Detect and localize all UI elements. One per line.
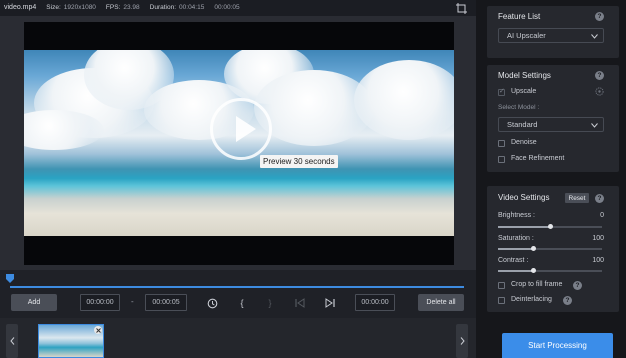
model-select[interactable]: Standard: [498, 117, 604, 132]
slider-handle[interactable]: [531, 246, 536, 251]
brightness-value: 0: [600, 212, 604, 219]
denoise-label: Denoise: [511, 139, 537, 146]
model-settings-title: Model Settings: [498, 71, 551, 80]
timeline-controls: Add 00:00:00 - 00:00:05 { } 00:00:00 Del…: [0, 294, 476, 314]
upscale-checkbox[interactable]: [498, 87, 505, 96]
model-select-value: Standard: [507, 120, 538, 129]
feature-select-value: AI Upscaler: [507, 31, 546, 40]
help-icon[interactable]: ?: [595, 12, 604, 21]
start-processing-button[interactable]: Start Processing: [502, 333, 613, 358]
crop-to-fill-checkbox[interactable]: [498, 282, 505, 289]
video-settings-card: Video Settings Reset ? Brightness : 0 Sa…: [487, 186, 619, 312]
preview-label: Preview 30 seconds: [260, 155, 338, 168]
brightness-label: Brightness :: [498, 212, 535, 219]
play-icon[interactable]: [210, 98, 272, 160]
feature-list-card: Feature List ? AI Upscaler: [487, 6, 619, 58]
reset-button[interactable]: Reset: [565, 193, 589, 203]
slider-handle[interactable]: [548, 224, 553, 229]
range-dash: -: [131, 297, 134, 306]
crop-to-fill-label: Crop to fill frame: [511, 281, 563, 288]
deinterlacing-checkbox[interactable]: [498, 297, 505, 304]
chevron-right-icon[interactable]: [456, 324, 468, 358]
settings-panel: Feature List ? AI Upscaler Model Setting…: [476, 0, 626, 358]
file-duration-extra: 00:00:05: [214, 3, 240, 11]
chevron-left-icon[interactable]: [6, 324, 18, 358]
file-fps: FPS: 23.98: [105, 3, 140, 11]
help-icon[interactable]: ?: [573, 281, 582, 290]
feature-select[interactable]: AI Upscaler: [498, 28, 604, 43]
help-icon[interactable]: ?: [595, 71, 604, 80]
timeline: Add 00:00:00 - 00:00:05 { } 00:00:00 Del…: [0, 270, 476, 318]
brightness-slider[interactable]: [498, 224, 602, 229]
video-settings-title: Video Settings: [498, 193, 550, 202]
playhead-icon[interactable]: [6, 274, 14, 283]
help-icon[interactable]: ?: [563, 296, 572, 305]
face-refinement-label: Face Refinement: [511, 155, 565, 162]
skip-forward-icon[interactable]: [324, 297, 336, 309]
video-stage: Preview 30 seconds: [0, 16, 476, 270]
slider-handle[interactable]: [531, 268, 536, 273]
crop-icon[interactable]: [452, 0, 470, 16]
chevron-down-icon: [591, 32, 598, 41]
settings-gear-icon[interactable]: [595, 87, 604, 98]
start-time-field[interactable]: 00:00:00: [80, 294, 120, 311]
add-button[interactable]: Add: [11, 294, 57, 311]
face-refinement-checkbox[interactable]: [498, 156, 505, 163]
delete-all-button[interactable]: Delete all: [418, 294, 464, 311]
saturation-value: 100: [592, 235, 604, 242]
mark-out-icon[interactable]: }: [264, 297, 276, 309]
help-icon[interactable]: ?: [595, 194, 604, 203]
chevron-down-icon: [591, 121, 598, 130]
close-icon[interactable]: [94, 326, 102, 334]
file-duration: Duration: 00:04:15: [149, 3, 205, 11]
contrast-value: 100: [592, 257, 604, 264]
file-size: Size: 1920x1080: [46, 3, 96, 11]
current-time-field[interactable]: 00:00:00: [355, 294, 395, 311]
upscale-label: Upscale: [511, 88, 537, 95]
mark-in-icon[interactable]: {: [236, 297, 248, 309]
saturation-label: Saturation :: [498, 235, 534, 242]
select-model-label: Select Model :: [498, 104, 540, 111]
timeline-track[interactable]: [10, 286, 464, 288]
clip-thumbnail[interactable]: [38, 324, 104, 358]
model-settings-card: Model Settings ? Upscale Select Model : …: [487, 65, 619, 172]
deinterlacing-label: Deinterlacing: [511, 296, 552, 303]
file-name: video.mp4: [4, 3, 37, 11]
video-preview[interactable]: Preview 30 seconds: [24, 50, 454, 236]
skip-back-icon[interactable]: [294, 297, 306, 309]
denoise-checkbox[interactable]: [498, 140, 505, 147]
saturation-slider[interactable]: [498, 246, 602, 251]
feature-list-title: Feature List: [498, 12, 541, 21]
end-time-field[interactable]: 00:00:05: [145, 294, 187, 311]
contrast-label: Contrast :: [498, 257, 529, 264]
contrast-slider[interactable]: [498, 268, 602, 273]
file-info-bar: video.mp4 Size: 1920x1080 FPS: 23.98 Durat…: [0, 0, 476, 14]
history-icon[interactable]: [206, 297, 218, 309]
video-frame: Preview 30 seconds: [24, 22, 454, 265]
clip-strip: [0, 318, 476, 358]
